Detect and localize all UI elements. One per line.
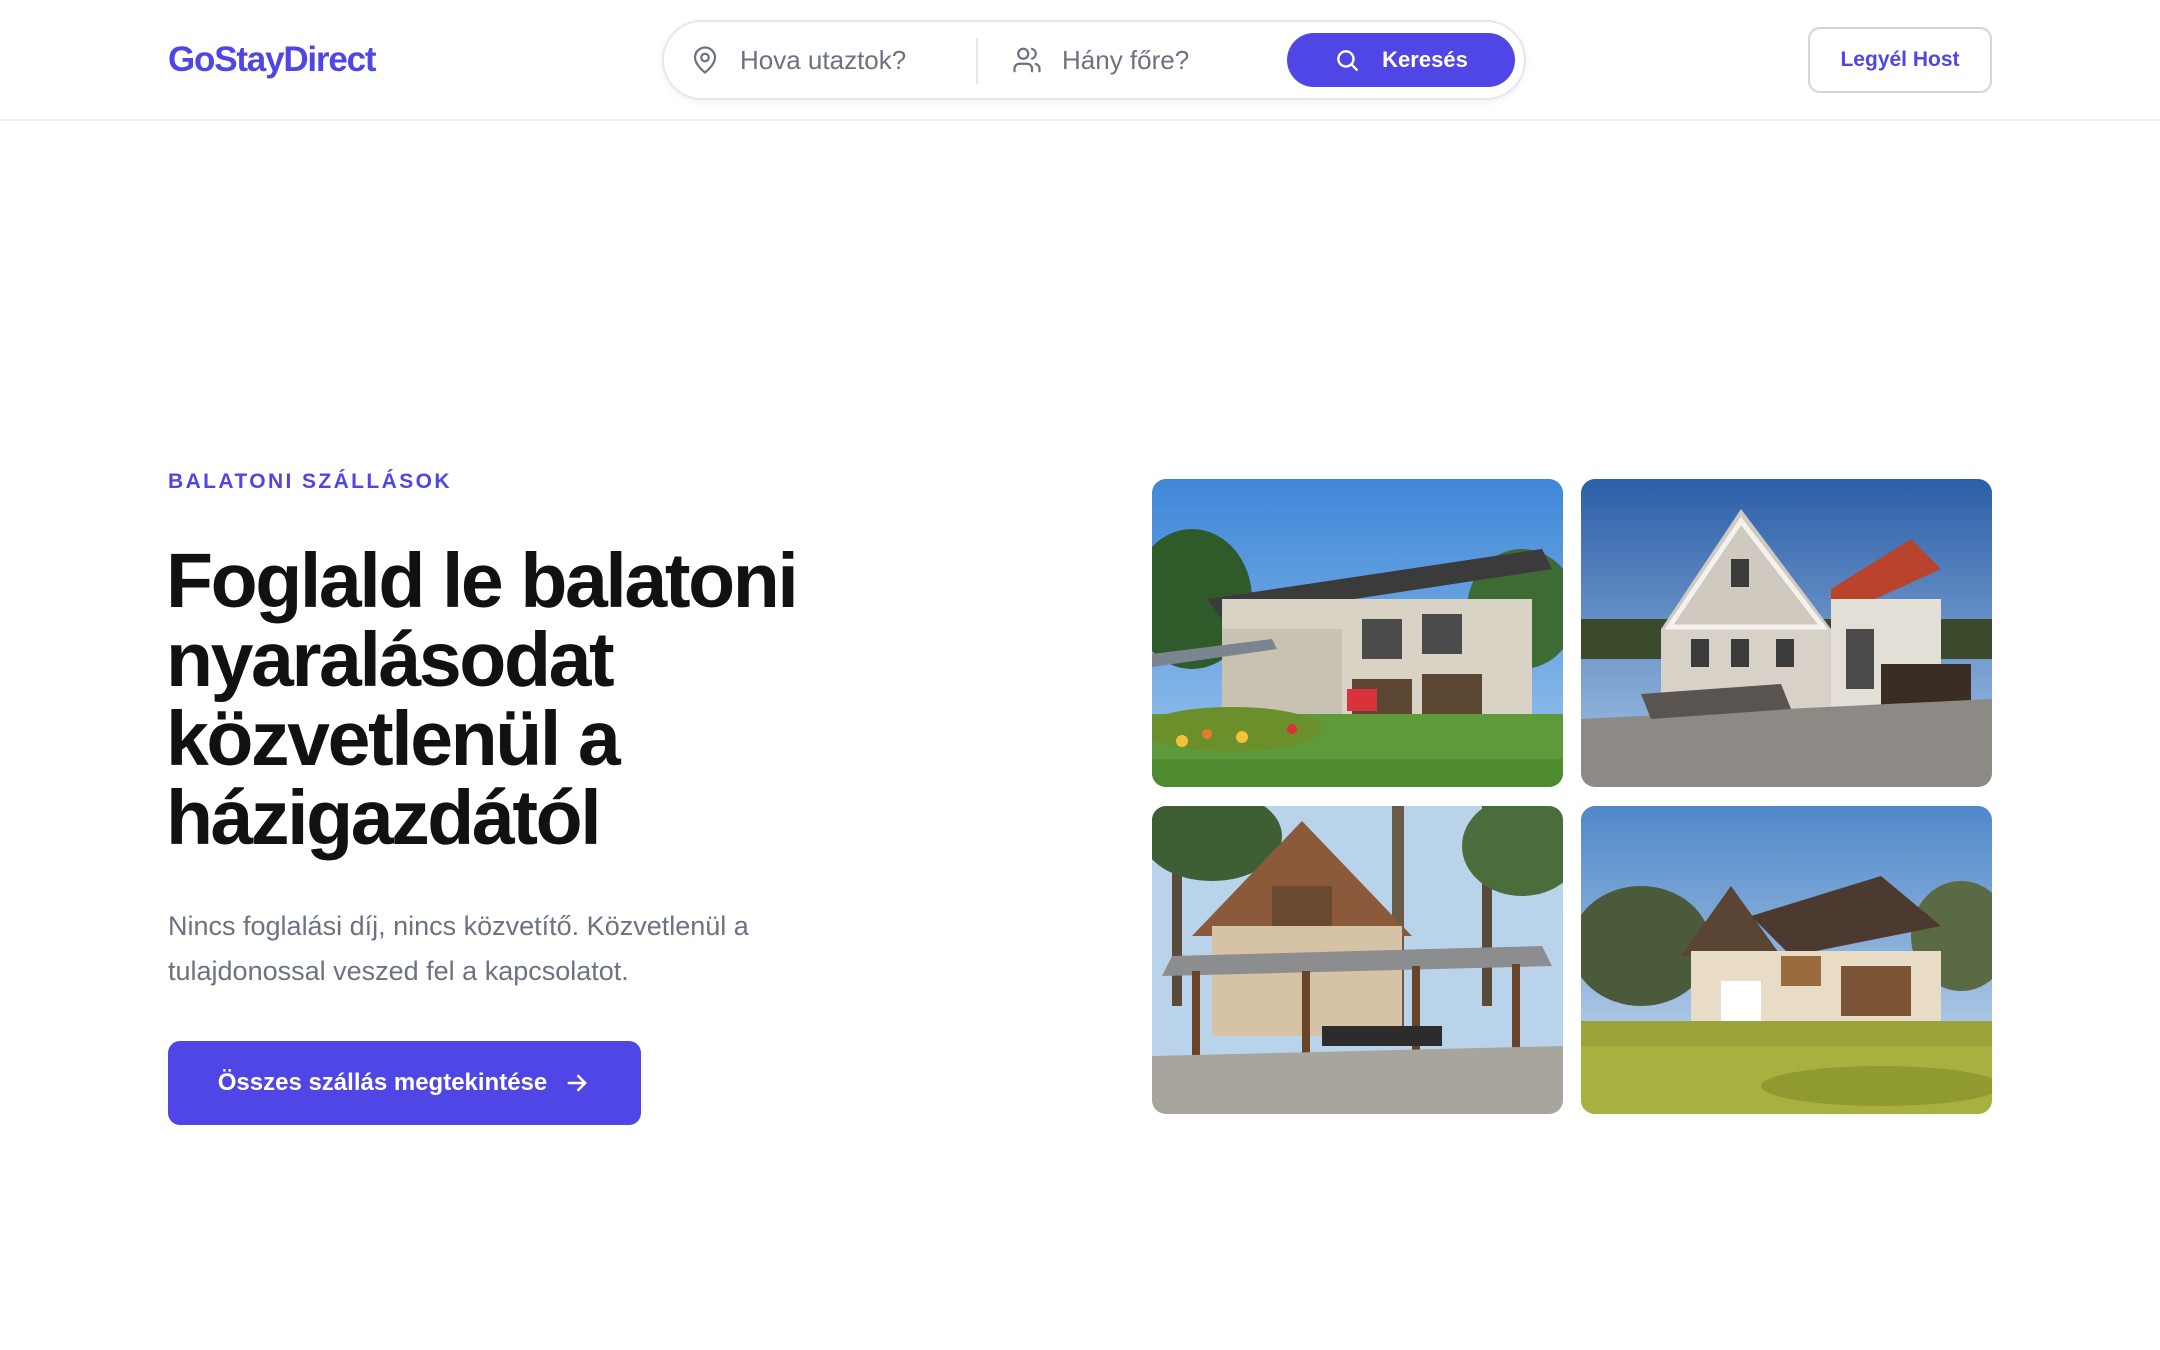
search-divider	[976, 38, 978, 84]
stay-photo-3[interactable]	[1152, 806, 1563, 1114]
destination-field[interactable]	[690, 22, 970, 98]
stay-photo-2[interactable]	[1581, 479, 1992, 787]
become-host-button[interactable]: Legyél Host	[1808, 27, 1992, 93]
stay-photo-4[interactable]	[1581, 806, 1992, 1114]
hero-subtitle: Nincs foglalási díj, nincs közvetítő. Kö…	[168, 911, 749, 986]
search-icon	[1337, 50, 1359, 71]
house-photo	[1581, 479, 1992, 787]
map-pin-icon	[693, 46, 717, 74]
site-header: GoStayDirect Keresés	[0, 0, 2160, 121]
search-bar: Keresés	[662, 20, 1526, 100]
logo[interactable]: GoStayDirect	[168, 38, 377, 82]
destination-input[interactable]	[740, 44, 960, 76]
house-photo	[1581, 806, 1992, 1114]
stay-photo-1[interactable]	[1152, 479, 1563, 787]
arrow-right-icon	[567, 1074, 587, 1092]
search-button-label: Keresés	[1382, 47, 1468, 72]
guests-input[interactable]	[1062, 44, 1282, 76]
users-icon	[1013, 47, 1041, 73]
search-button[interactable]: Keresés	[1287, 33, 1515, 87]
hero-title: Foglald le balatoni nyaralásodat közvetl…	[166, 538, 799, 861]
hero-eyebrow: BALATONI SZÁLLÁSOK	[168, 470, 452, 493]
view-all-stays-button[interactable]: Összes szállás megtekintése	[168, 1041, 641, 1125]
house-photo	[1152, 806, 1563, 1114]
guests-field[interactable]	[1012, 22, 1282, 98]
house-photo	[1152, 479, 1563, 787]
cta-label: Összes szállás megtekintése	[217, 1069, 548, 1096]
